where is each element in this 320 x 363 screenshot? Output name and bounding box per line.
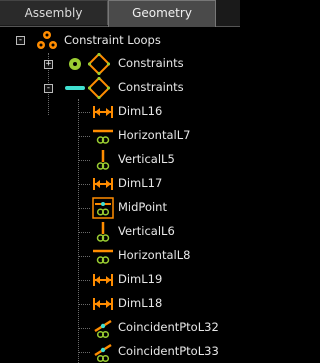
- coincident-constraint-icon: [94, 319, 112, 339]
- tree-item-coincidentptol32[interactable]: CoincidentPtoL32: [78, 317, 240, 339]
- tree-item-diml18[interactable]: DimL18: [78, 293, 240, 315]
- dimension-icon: [93, 106, 113, 118]
- tree-item-diml19[interactable]: DimL19: [78, 269, 240, 291]
- tree-item-horizontall7[interactable]: HorizontalL7: [78, 125, 240, 147]
- tree-root-label: Constraint Loops: [64, 33, 161, 47]
- tree-item-label: VerticalL6: [118, 224, 175, 238]
- midpoint-icon: [92, 197, 114, 219]
- expand-toggle[interactable]: +: [44, 60, 53, 69]
- dimension-icon: [93, 178, 113, 190]
- collapse-toggle[interactable]: -: [44, 84, 53, 93]
- horizontal-constraint-icon: [93, 129, 113, 144]
- dimension-icon: [93, 298, 113, 310]
- tree-connector: [78, 328, 90, 329]
- tree-group-label: Constraints: [118, 56, 184, 70]
- vertical-constraint-icon: [96, 222, 110, 242]
- tree-item-label: CoincidentPtoL32: [118, 320, 219, 334]
- tree-item-verticall6[interactable]: VerticalL6: [78, 221, 240, 243]
- tree-item-label: VerticalL5: [118, 152, 175, 166]
- collapse-toggle[interactable]: -: [16, 36, 25, 45]
- tree-item-horizontall8[interactable]: HorizontalL8: [78, 245, 240, 267]
- tree-group-row[interactable]: - Constraints: [0, 77, 240, 99]
- tab-assembly[interactable]: Assembly: [0, 0, 108, 25]
- tree-connector: [78, 184, 90, 185]
- tree-connector: [78, 112, 90, 113]
- tree-item-label: DimL17: [118, 176, 163, 190]
- constraint-tree: - Constraint Loops + Constraints - Const…: [0, 27, 240, 363]
- tab-geometry[interactable]: Geometry: [108, 0, 216, 27]
- tree-item-label: HorizontalL8: [118, 248, 191, 262]
- tree-item-midpoint[interactable]: MidPoint: [78, 197, 240, 219]
- tree-connector: [78, 208, 90, 209]
- tree-item-label: CoincidentPtoL33: [118, 344, 219, 358]
- tree-connector: [78, 136, 90, 137]
- tree-item-label: MidPoint: [118, 200, 167, 214]
- tree-group-label: Constraints: [118, 80, 184, 94]
- vertical-constraint-icon: [96, 150, 110, 170]
- line-status-icon: [65, 86, 85, 90]
- tree-item-verticall5[interactable]: VerticalL5: [78, 149, 240, 171]
- tree-item-diml16[interactable]: DimL16: [78, 101, 240, 123]
- tree-root-row[interactable]: - Constraint Loops: [0, 30, 240, 52]
- tab-bar: Assembly Geometry: [0, 0, 240, 27]
- tree-item-diml17[interactable]: DimL17: [78, 173, 240, 195]
- tree-item-label: HorizontalL7: [118, 128, 191, 142]
- tree-item-label: DimL18: [118, 296, 163, 310]
- horizontal-constraint-icon: [93, 249, 113, 264]
- tree-connector: [78, 160, 90, 161]
- tree-connector: [78, 280, 90, 281]
- tree-item-label: DimL19: [118, 272, 163, 286]
- tree-item-label: DimL16: [118, 104, 163, 118]
- dimension-icon: [93, 274, 113, 286]
- constraints-icon: [88, 77, 110, 99]
- constraints-icon: [88, 53, 110, 75]
- constraint-loops-icon: [37, 31, 57, 49]
- point-status-icon: [69, 58, 81, 70]
- tree-connector: [78, 232, 90, 233]
- tree-group-row[interactable]: + Constraints: [0, 53, 240, 75]
- tree-connector: [78, 352, 90, 353]
- tree-connector: [78, 256, 90, 257]
- tree-connector: [78, 304, 90, 305]
